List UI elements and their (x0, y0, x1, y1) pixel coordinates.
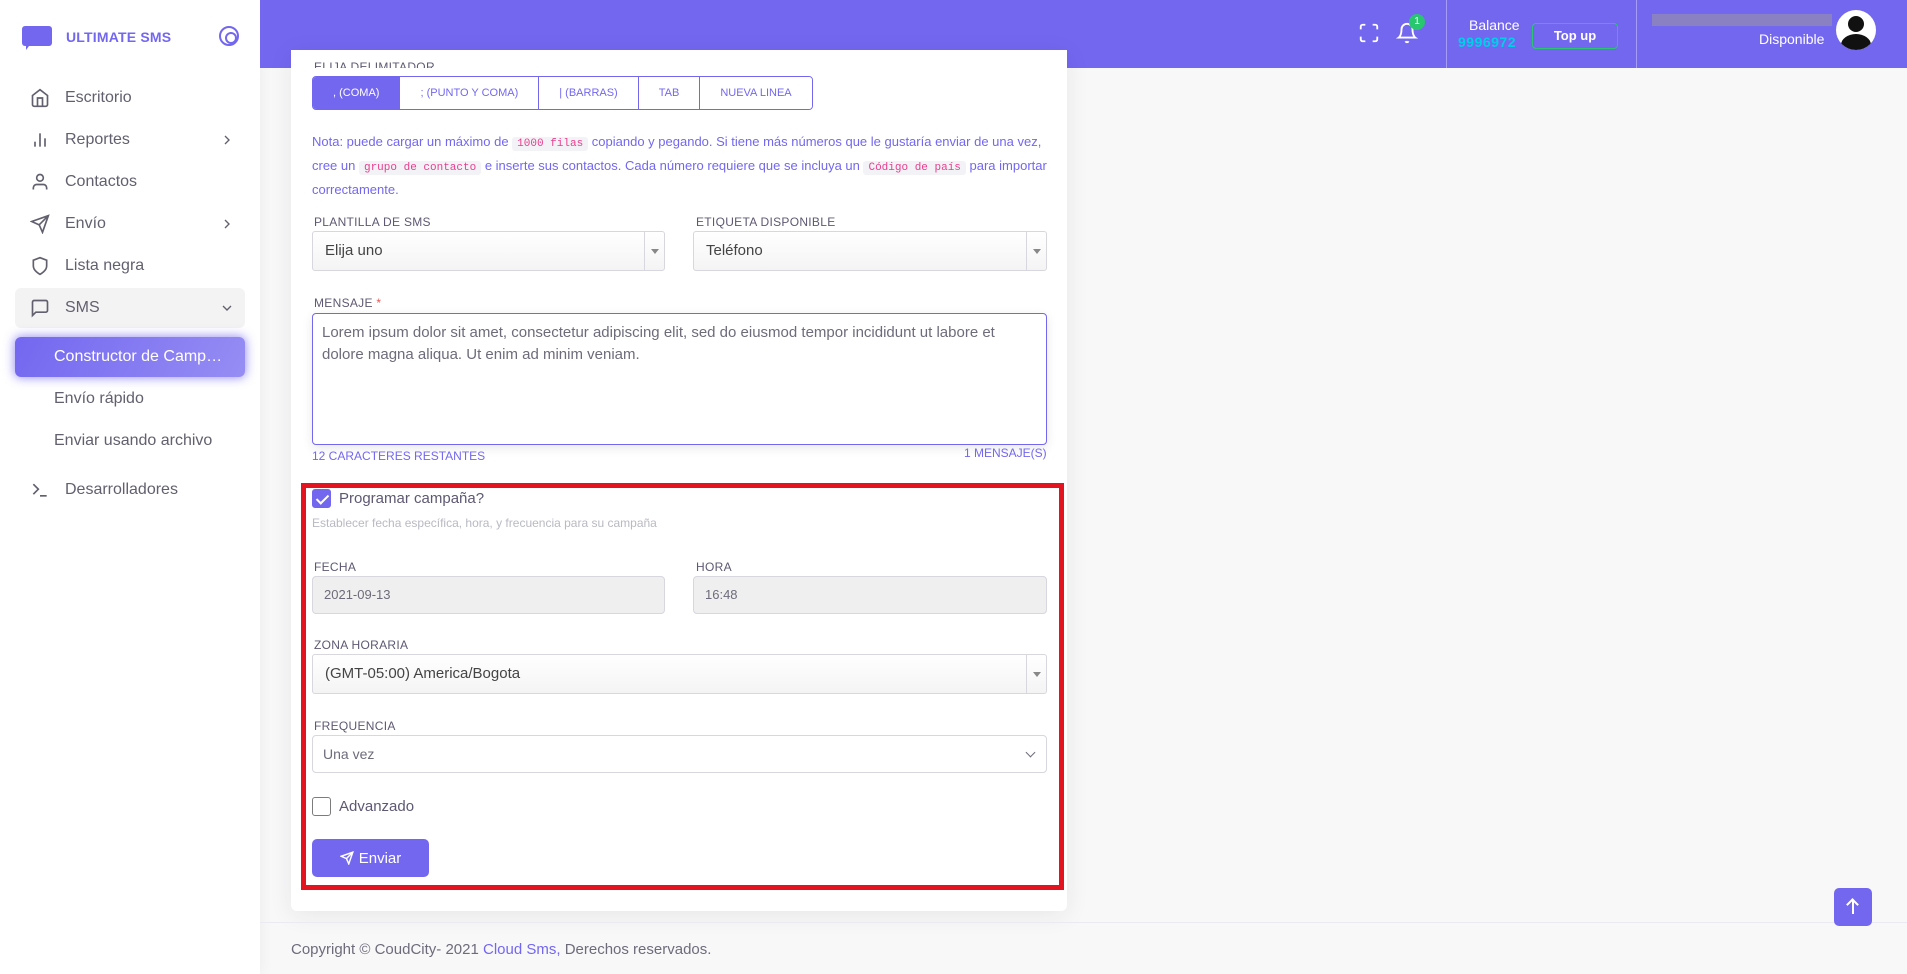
code-tag: grupo de contacto (358, 161, 482, 175)
schedule-label: Programar campaña? (339, 490, 485, 507)
delimiter-nueva-linea-button[interactable]: NUEVA LINEA (700, 77, 812, 109)
advanced-checkbox[interactable] (312, 797, 331, 816)
delimiter-coma-button[interactable]: , (COMA) (313, 77, 401, 109)
divider (1636, 0, 1637, 68)
footer-link[interactable]: Cloud Sms, (483, 941, 561, 958)
code-tag: Código de país (863, 161, 966, 175)
schedule-checkbox[interactable] (312, 489, 331, 508)
chat-logo-icon (22, 24, 54, 50)
collapse-toggle-icon[interactable] (219, 26, 239, 46)
code-tag: 1000 filas (512, 137, 589, 151)
chevron-right-icon (224, 135, 230, 145)
message-square-icon (31, 299, 49, 318)
terminal-icon (32, 483, 47, 497)
home-icon (31, 88, 49, 108)
sidebar-subitem-constructor[interactable]: Constructor de Campaña (15, 337, 245, 377)
balance-value: 9996972 (1458, 34, 1517, 50)
user-icon (32, 173, 48, 190)
sidebar-item-label: Envío rápido (54, 390, 144, 407)
sidebar-item-label: Escritorio (65, 89, 132, 106)
sidebar-subitem-enviar-archivo[interactable]: Enviar usando archivo (15, 421, 245, 461)
chevron-right-icon (224, 219, 230, 229)
tag-select[interactable]: Teléfono (693, 231, 1047, 271)
chevron-down-icon (644, 232, 664, 270)
sidebar-item-reportes[interactable]: Reportes (15, 120, 245, 160)
message-label: MENSAJE * (314, 296, 382, 310)
sidebar-item-lista-negra[interactable]: Lista negra (15, 246, 245, 286)
timezone-label: ZONA HORARIA (314, 638, 409, 652)
sidebar-item-escritorio[interactable]: Escritorio (15, 78, 245, 118)
sidebar-item-label: Contactos (65, 173, 138, 190)
delimiter-barras-button[interactable]: | (BARRAS) (539, 77, 639, 109)
footer: Copyright © CoudCity- 2021 Cloud Sms, De… (291, 941, 712, 958)
user-name-redacted (1652, 14, 1832, 26)
bar-chart-icon (34, 133, 46, 147)
chevron-down-icon (1025, 747, 1036, 758)
delimiter-tab-button[interactable]: TAB (638, 77, 701, 109)
timezone-select[interactable]: (GMT-05:00) America/Bogota (312, 654, 1047, 694)
delimiter-label: ELIJA DELIMITADOR (314, 60, 435, 68)
chevron-down-icon (222, 305, 232, 311)
send-icon (30, 214, 50, 234)
upload-note: Nota: puede cargar un máximo de 1000 fil… (312, 134, 1047, 197)
scroll-to-top-button[interactable] (1834, 888, 1872, 926)
time-label: HORA (696, 560, 732, 574)
template-label: PLANTILLA DE SMS (314, 215, 431, 229)
sidebar-item-label: Constructor de Campaña (54, 348, 224, 365)
tag-label: ETIQUETA DISPONIBLE (696, 215, 836, 229)
template-select[interactable]: Elija uno (312, 231, 665, 271)
date-input[interactable]: 2021-09-13 (312, 576, 665, 614)
send-button[interactable]: Enviar (312, 839, 429, 877)
fullscreen-icon[interactable] (1358, 22, 1380, 44)
divider (1446, 0, 1447, 68)
message-textarea[interactable]: Lorem ipsum dolor sit amet, consectetur … (312, 313, 1047, 445)
sidebar-item-label: Lista negra (65, 257, 145, 274)
topup-button[interactable]: Top up (1532, 23, 1618, 49)
date-label: FECHA (314, 560, 357, 574)
sidebar-subitem-envio-rapido[interactable]: Envío rápido (15, 379, 245, 419)
delimiter-punto-coma-button[interactable]: ; (PUNTO Y COMA) (400, 77, 540, 109)
user-status: Disponible (1759, 31, 1825, 47)
chevron-down-icon (1026, 655, 1046, 693)
sidebar-item-contactos[interactable]: Contactos (15, 162, 245, 202)
schedule-help: Establecer fecha específica, hora, y fre… (312, 516, 657, 530)
chevron-down-icon (1026, 232, 1046, 270)
time-input[interactable]: 16:48 (693, 576, 1047, 614)
sidebar-item-label: SMS (65, 299, 100, 316)
notification-badge: 1 (1409, 14, 1425, 30)
avatar[interactable] (1836, 10, 1876, 50)
sidebar-item-sms[interactable]: SMS (15, 288, 245, 328)
shield-icon (32, 256, 48, 276)
message-count: 1 MENSAJE(S) (964, 446, 1047, 460)
chars-remaining: 12 CARACTERES RESTANTES (312, 449, 486, 463)
sidebar-item-desarrolladores[interactable]: Desarrolladores (15, 470, 245, 510)
sidebar-item-label: Desarrolladores (65, 481, 178, 498)
brand-name: ULTIMATE SMS (66, 29, 172, 45)
delimiter-group: , (COMA) ; (PUNTO Y COMA) | (BARRAS) TAB… (312, 76, 813, 110)
send-icon (339, 851, 354, 865)
sidebar-item-label: Envío (65, 215, 106, 232)
sidebar: ULTIMATE SMS Escritorio Reportes Contact… (0, 0, 260, 974)
sidebar-item-label: Reportes (65, 131, 130, 148)
footer-divider (260, 922, 1907, 923)
sidebar-item-envio[interactable]: Envío (15, 204, 245, 244)
balance-label: Balance (1469, 17, 1520, 33)
sidebar-item-label: Enviar usando archivo (54, 432, 213, 449)
brand[interactable]: ULTIMATE SMS (22, 22, 171, 52)
advanced-label: Advanzado (339, 798, 415, 815)
frequency-label: FREQUENCIA (314, 719, 396, 733)
frequency-select[interactable]: Una vez (312, 735, 1047, 773)
